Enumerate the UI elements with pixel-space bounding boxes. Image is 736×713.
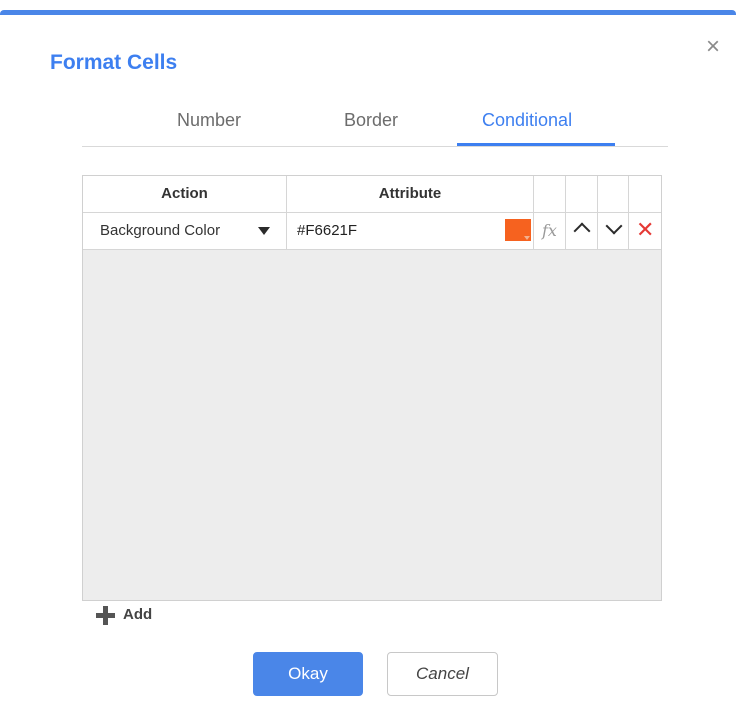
swatch-caret-icon — [524, 236, 530, 240]
tab-bar: Number Border Conditional — [82, 100, 668, 147]
delete-row-button[interactable]: ✕ — [629, 213, 661, 249]
delete-icon: ✕ — [636, 217, 655, 242]
tab-conditional[interactable]: Conditional — [482, 110, 572, 131]
dialog-title: Format Cells — [50, 51, 178, 74]
column-header-attribute: Attribute — [287, 176, 534, 212]
format-cells-dialog: × Format Cells Number Border Conditional… — [0, 10, 736, 713]
chevron-down-icon — [605, 217, 623, 235]
action-select[interactable]: Background Color — [83, 213, 287, 249]
attribute-value: #F6621F — [297, 222, 358, 239]
column-header-blank — [566, 176, 598, 212]
close-icon[interactable]: × — [706, 35, 720, 59]
add-label: Add — [123, 606, 153, 623]
column-header-blank — [598, 176, 629, 212]
plus-icon-bar — [96, 613, 115, 618]
okay-button[interactable]: Okay — [253, 652, 363, 696]
color-swatch-button[interactable] — [505, 219, 531, 241]
column-header-action: Action — [83, 176, 287, 212]
dropdown-arrow-icon[interactable] — [258, 227, 270, 235]
attribute-cell[interactable]: #F6621F — [287, 213, 534, 249]
column-header-blank — [534, 176, 566, 212]
action-select-value: Background Color — [100, 222, 221, 239]
function-icon: fx — [542, 221, 557, 240]
tab-border[interactable]: Border — [344, 110, 398, 131]
conditional-rules-grid: Action Attribute Background Color #F6621… — [82, 175, 662, 601]
grid-header: Action Attribute — [83, 176, 661, 213]
table-row: Background Color #F6621F fx ✕ — [83, 213, 661, 250]
active-tab-indicator — [457, 143, 615, 146]
move-down-button[interactable] — [598, 213, 629, 249]
cancel-button[interactable]: Cancel — [387, 652, 498, 696]
chevron-up-icon — [573, 222, 591, 240]
tab-number[interactable]: Number — [177, 110, 241, 131]
move-up-button[interactable] — [566, 213, 598, 249]
column-header-blank — [629, 176, 661, 212]
function-button[interactable]: fx — [534, 213, 566, 249]
